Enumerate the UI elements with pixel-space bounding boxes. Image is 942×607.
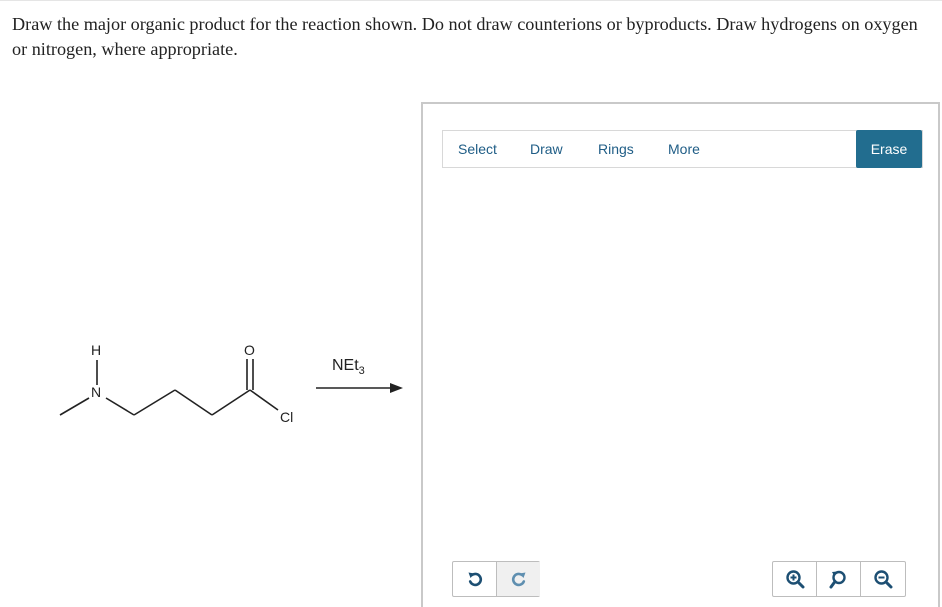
bond-n-c1 [105, 397, 135, 416]
bond-c2-c3 [174, 389, 213, 416]
atom-label-cl: Cl [280, 409, 293, 425]
zoom-reset-icon [829, 570, 846, 589]
bond-methyl-n [59, 397, 90, 416]
zoom-reset-button[interactable] [817, 562, 861, 596]
bond-carbonyl-cl [249, 389, 279, 411]
history-controls [452, 561, 540, 597]
drawing-editor[interactable]: Select Draw Rings More Erase [421, 102, 940, 607]
atom-label-o: O [244, 342, 255, 358]
reagent-label: NEt3 [332, 357, 365, 377]
atom-label-n: N [91, 384, 101, 400]
top-divider [0, 0, 942, 1]
select-tool-button[interactable]: Select [458, 131, 497, 167]
undo-button[interactable] [453, 562, 497, 596]
zoom-in-button[interactable] [773, 562, 817, 596]
zoom-out-button[interactable] [861, 562, 904, 596]
bond-c3-carbonyl [211, 389, 251, 416]
zoom-controls [772, 561, 906, 597]
reactant-structure: H N O Cl NEt3 [59, 342, 403, 425]
editor-toolbar: Select Draw Rings More Erase [442, 130, 923, 168]
zoom-in-icon [785, 570, 804, 589]
erase-button[interactable]: Erase [856, 130, 922, 168]
zoom-out-icon [873, 570, 892, 589]
redo-button[interactable] [497, 562, 540, 596]
reagent-subscript: 3 [359, 365, 365, 377]
reagent-base: NEt [332, 357, 359, 374]
atom-label-h: H [91, 342, 101, 358]
undo-icon [468, 572, 482, 587]
reaction-arrow-head [390, 383, 403, 393]
draw-tool-button[interactable]: Draw [530, 131, 563, 167]
reaction-scheme: H N O Cl NEt3 [0, 330, 420, 440]
rings-tool-button[interactable]: Rings [598, 131, 634, 167]
question-prompt: Draw the major organic product for the r… [12, 14, 918, 59]
redo-icon [511, 572, 525, 587]
bond-c1-c2 [133, 389, 176, 416]
more-tool-button[interactable]: More [668, 131, 700, 167]
